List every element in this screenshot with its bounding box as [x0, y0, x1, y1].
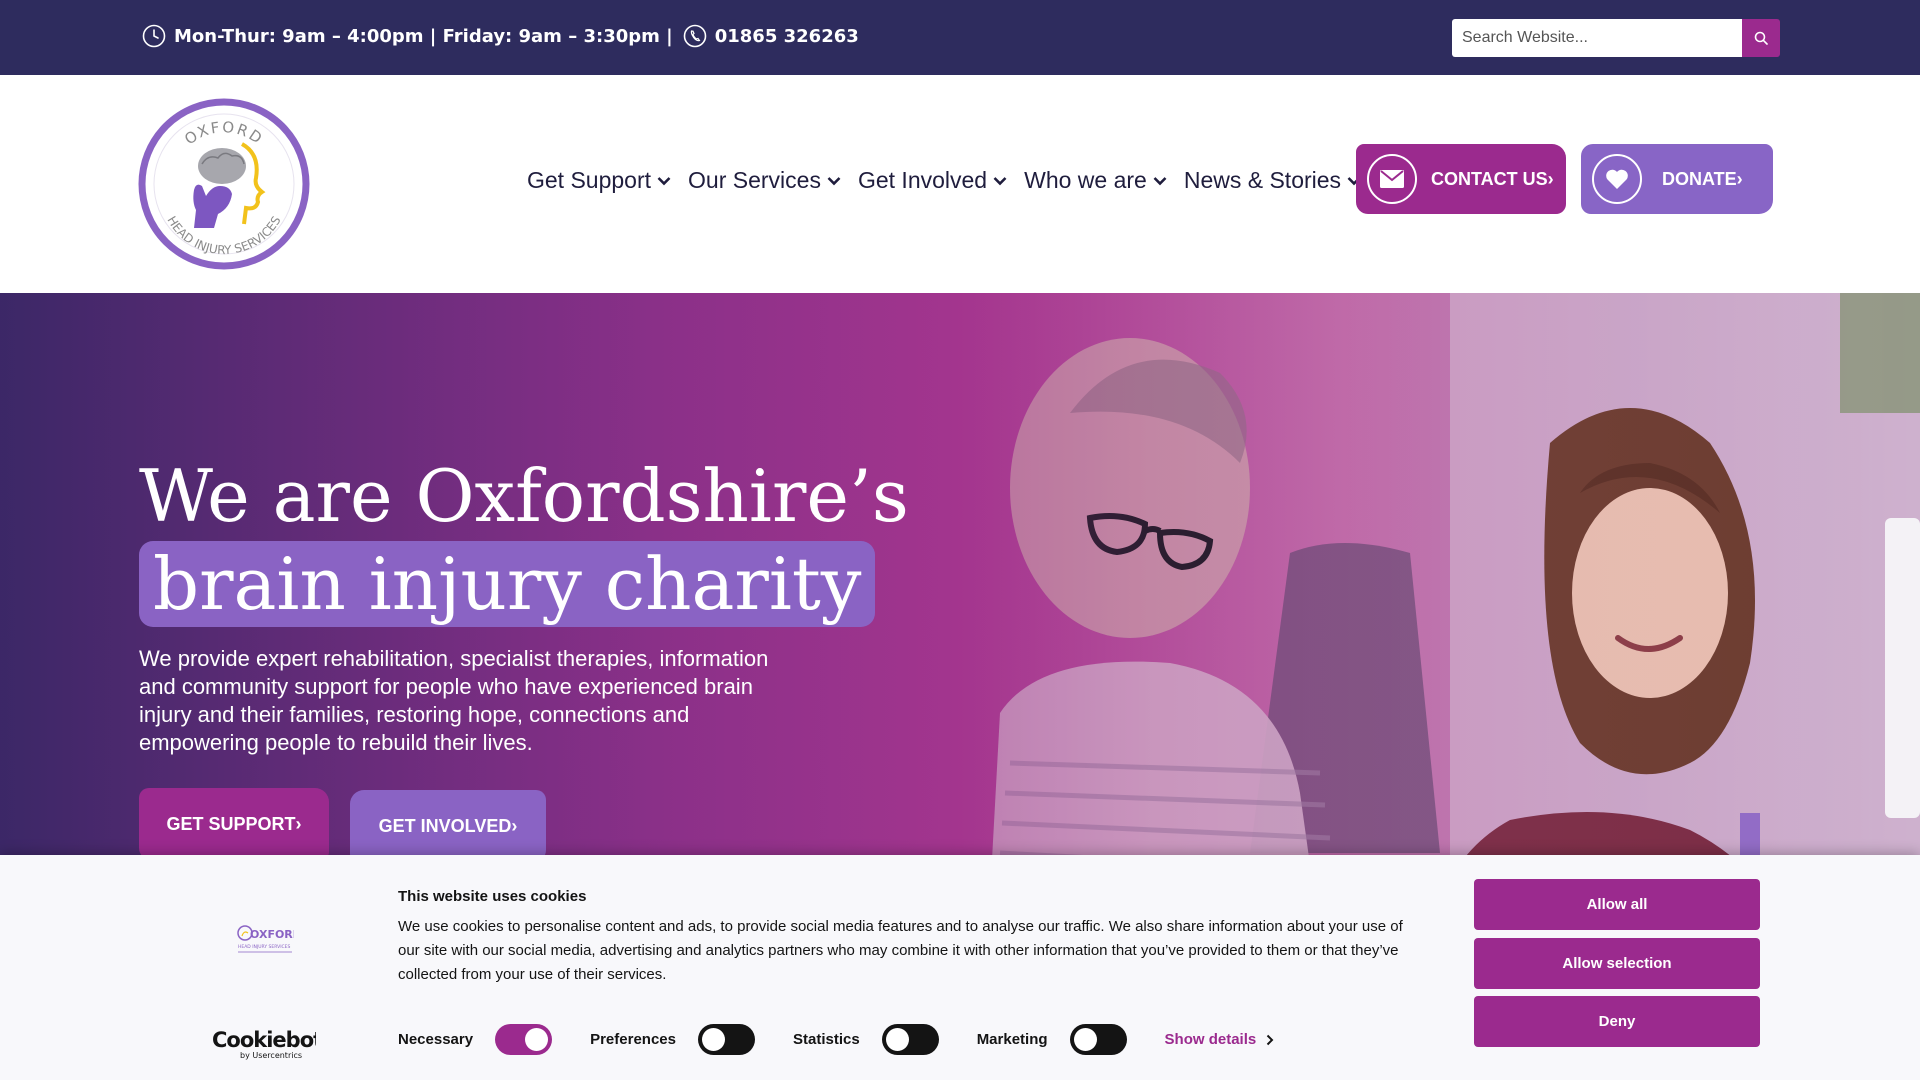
- hero-highlight-title: brain injury charity: [139, 541, 876, 627]
- statistics-label: Statistics: [792, 1031, 860, 1048]
- nav-who-we-are[interactable]: Who we are: [1024, 167, 1167, 194]
- svg-text:by Usercentrics: by Usercentrics: [240, 1051, 302, 1060]
- nav-label: Our Services: [688, 167, 821, 193]
- necessary-label: Necessary: [398, 1031, 474, 1048]
- svg-text:HEAD INJURY SERVICES: HEAD INJURY SERVICES: [238, 944, 291, 950]
- cookie-title: This website uses cookies: [398, 888, 587, 905]
- cookie-consent-banner: OXFORD HEAD INJURY SERVICES Cookiebot by…: [0, 855, 1920, 1080]
- deny-label: Deny: [1598, 1013, 1636, 1030]
- cookiebot-logo[interactable]: Cookiebot by Usercentrics: [212, 1027, 316, 1061]
- get-support-button[interactable]: GET SUPPORT›: [139, 788, 329, 860]
- chevron-down-icon: [657, 176, 671, 185]
- get-involved-label: GET INVOLVED›: [378, 815, 518, 836]
- phone-number[interactable]: 01865 326263: [715, 26, 859, 47]
- nav-get-support[interactable]: Get Support: [527, 167, 671, 194]
- cookie-description: We use cookies to personalise content an…: [398, 918, 1403, 983]
- chevron-down-icon: [1153, 176, 1167, 185]
- preferences-label: Preferences: [590, 1031, 676, 1048]
- nav-label: Get Support: [527, 167, 652, 193]
- contact-us-button[interactable]: CONTACT US›: [1356, 144, 1566, 214]
- hero-title: We are Oxfordshire’s: [139, 454, 909, 538]
- donate-button[interactable]: DONATE›: [1581, 144, 1773, 214]
- hours-text: Mon-Thur: 9am – 4:00pm | Friday: 9am – 3…: [174, 25, 673, 47]
- get-support-label: GET SUPPORT›: [166, 813, 302, 834]
- nav-label: Who we are: [1024, 167, 1147, 193]
- cookie-categories: Necessary Preferences Statistics Marketi…: [398, 1024, 1274, 1055]
- top-bar: Mon-Thur: 9am – 4:00pm | Friday: 9am – 3…: [0, 0, 1920, 75]
- necessary-toggle[interactable]: [495, 1024, 553, 1055]
- marketing-label: Marketing: [976, 1031, 1048, 1048]
- marketing-toggle[interactable]: [1069, 1024, 1127, 1055]
- show-details-link[interactable]: Show details: [1165, 1031, 1275, 1048]
- clock-icon: [142, 24, 166, 48]
- oxford-small-logo: OXFORD HEAD INJURY SERVICES: [237, 925, 294, 953]
- chevron-down-icon: [827, 176, 841, 185]
- statistics-toggle[interactable]: [881, 1024, 939, 1055]
- envelope-icon: [1367, 154, 1417, 204]
- main-navigation: Get Support Our Services Get Involved Wh…: [527, 167, 1378, 194]
- deny-button[interactable]: Deny: [1474, 996, 1760, 1047]
- nav-label: Get Involved: [857, 167, 988, 193]
- oxford-head-injury-services-logo[interactable]: OXFORD HEAD INJURY SERVICES: [138, 98, 310, 270]
- hero-description: We provide expert rehabilitation, specia…: [139, 646, 769, 755]
- allow-selection-button[interactable]: Allow selection: [1474, 938, 1760, 989]
- site-header: OXFORD HEAD INJURY SERVICES Get Support …: [0, 75, 1920, 293]
- phone-icon: [683, 24, 707, 48]
- nav-our-services[interactable]: Our Services: [688, 167, 841, 194]
- allow-selection-label: Allow selection: [1562, 955, 1672, 972]
- chevron-down-icon: [993, 176, 1007, 185]
- nav-label: News & Stories: [1183, 167, 1342, 193]
- preferences-toggle[interactable]: [697, 1024, 755, 1055]
- search-input[interactable]: [1452, 19, 1742, 57]
- allow-all-button[interactable]: Allow all: [1474, 879, 1760, 930]
- chevron-right-icon: [1267, 1034, 1274, 1045]
- allow-all-label: Allow all: [1586, 896, 1648, 913]
- search-button[interactable]: [1742, 19, 1780, 57]
- site-search: [1452, 19, 1780, 57]
- search-icon: [1754, 31, 1768, 45]
- svg-text:Cookiebot: Cookiebot: [212, 1028, 316, 1052]
- nav-get-involved[interactable]: Get Involved: [858, 167, 1007, 194]
- get-involved-button[interactable]: GET INVOLVED›: [350, 790, 546, 862]
- show-details-label: Show details: [1164, 1031, 1257, 1048]
- contact-us-label: CONTACT US›: [1431, 168, 1554, 189]
- svg-text:OXFORD: OXFORD: [250, 928, 294, 941]
- opening-hours: Mon-Thur: 9am – 4:00pm | Friday: 9am – 3…: [142, 24, 859, 48]
- nav-news-stories[interactable]: News & Stories: [1184, 167, 1361, 194]
- donate-label: DONATE›: [1662, 168, 1743, 189]
- heart-icon: [1592, 154, 1642, 204]
